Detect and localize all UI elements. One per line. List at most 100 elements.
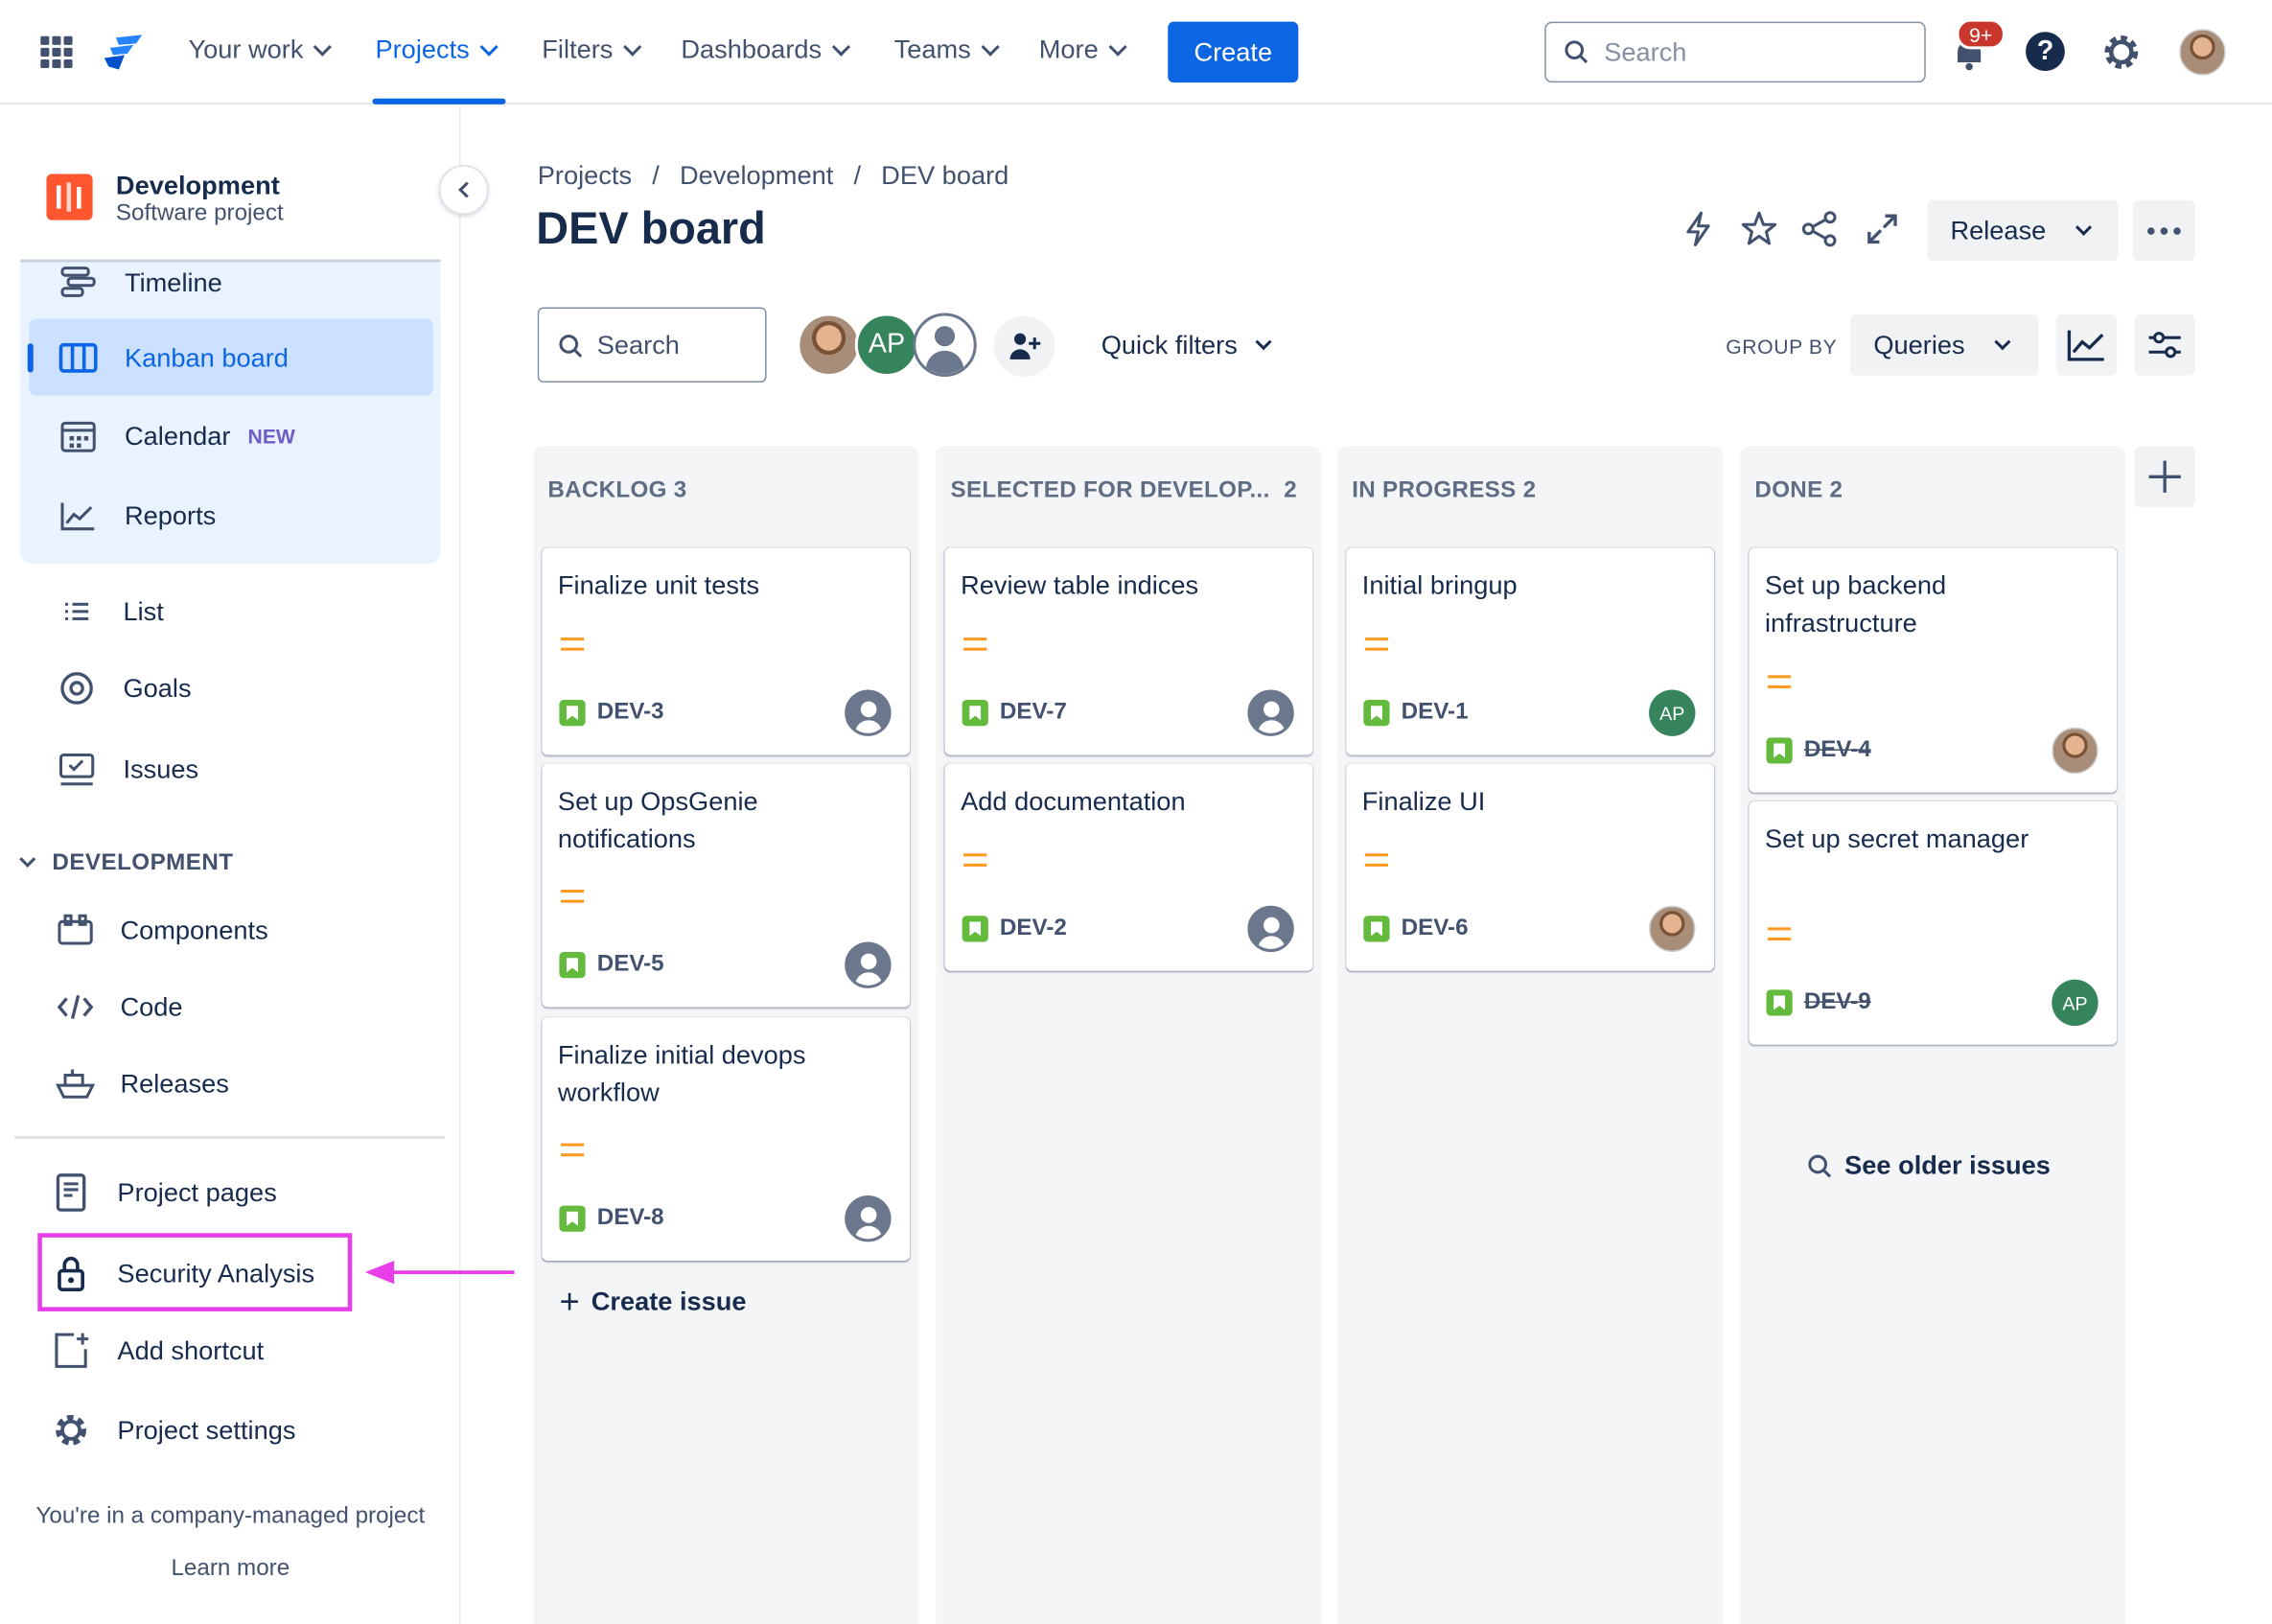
- add-column-button[interactable]: [2134, 446, 2195, 508]
- nav-filters[interactable]: Filters: [542, 35, 642, 65]
- annotation-arrow: [364, 1261, 515, 1285]
- issue-card[interactable]: Set up backend infrastructure DEV-4: [1749, 547, 2118, 793]
- issue-card[interactable]: Set up secret manager DEV-9 AP: [1749, 800, 2118, 1045]
- group-by-label: GROUP BY: [1726, 335, 1838, 359]
- board-column-in-progress: IN PROGRESS 2 Initial bringup DEV-1 AP F…: [1337, 446, 1724, 1624]
- assignee-avatar-ap[interactable]: AP: [2052, 979, 2098, 1027]
- issue-title: Add documentation: [961, 786, 1186, 816]
- issue-card[interactable]: Initial bringup DEV-1 AP: [1346, 547, 1715, 755]
- sidebar-item-reports[interactable]: Reports: [58, 496, 216, 536]
- issue-card[interactable]: Finalize unit tests DEV-3: [542, 547, 911, 755]
- star-icon[interactable]: [1740, 210, 1777, 247]
- sidebar-item-add-shortcut[interactable]: Add shortcut: [51, 1331, 264, 1371]
- sidebar-item-components[interactable]: Components: [55, 910, 268, 950]
- nav-dashboards[interactable]: Dashboards: [681, 35, 851, 65]
- add-people-button[interactable]: [993, 315, 1055, 377]
- page-title: DEV board: [536, 202, 766, 254]
- share-icon[interactable]: [1801, 210, 1839, 247]
- nav-more[interactable]: More: [1039, 35, 1127, 65]
- collapse-sidebar-button[interactable]: [438, 165, 489, 215]
- view-settings-button[interactable]: [2134, 313, 2195, 376]
- assignee-avatar-photo[interactable]: [2052, 727, 2098, 775]
- sidebar-item-list[interactable]: List: [57, 592, 164, 632]
- unassigned-avatar[interactable]: [845, 1195, 892, 1242]
- active-indicator: [27, 343, 34, 373]
- filter-avatar-user[interactable]: [797, 313, 861, 377]
- issue-key[interactable]: DEV-7: [962, 700, 1067, 727]
- section-chevron-icon[interactable]: [19, 850, 36, 868]
- sidebar-item-project-settings[interactable]: Project settings: [51, 1410, 296, 1450]
- issue-title: Set up secret manager: [1765, 824, 2029, 854]
- sidebar-item-project-pages[interactable]: Project pages: [51, 1172, 277, 1213]
- issue-card[interactable]: Review table indices DEV-7: [944, 547, 1313, 755]
- settings-gear-icon[interactable]: [2101, 32, 2142, 72]
- insights-button[interactable]: [2055, 313, 2118, 376]
- breadcrumb-development[interactable]: Development: [680, 161, 833, 192]
- issue-key[interactable]: DEV-8: [559, 1205, 664, 1232]
- create-button[interactable]: Create: [1168, 21, 1299, 83]
- lock-icon: [58, 1256, 84, 1292]
- fullscreen-expand-icon[interactable]: [1865, 212, 1899, 246]
- breadcrumb-projects[interactable]: Projects: [538, 161, 632, 192]
- sidebar-item-issues[interactable]: Issues: [57, 749, 198, 789]
- profile-avatar[interactable]: [2179, 29, 2226, 76]
- issue-title: Set up backend infrastructure: [1765, 570, 1947, 638]
- sidebar-item-releases[interactable]: Releases: [55, 1063, 229, 1103]
- nav-projects[interactable]: Projects: [375, 35, 498, 65]
- jira-logo-icon[interactable]: [102, 32, 145, 72]
- sidebar-item-code[interactable]: Code: [55, 986, 182, 1027]
- filter-avatar-unassigned[interactable]: [913, 313, 977, 377]
- unassigned-avatar[interactable]: [845, 689, 892, 736]
- help-icon[interactable]: ?: [2026, 32, 2065, 72]
- issue-key[interactable]: DEV-5: [559, 952, 664, 979]
- issue-card[interactable]: Add documentation DEV-2: [944, 763, 1313, 971]
- breadcrumb-dev-board[interactable]: DEV board: [881, 161, 1008, 192]
- automation-lightning-icon[interactable]: [1681, 210, 1715, 247]
- unassigned-avatar[interactable]: [1247, 689, 1294, 736]
- group-by-select[interactable]: Queries: [1850, 313, 2039, 376]
- issue-key[interactable]: DEV-6: [1363, 916, 1469, 942]
- issue-key[interactable]: DEV-9: [1766, 989, 1871, 1016]
- unassigned-avatar[interactable]: [1247, 905, 1294, 953]
- plus-icon: [2148, 460, 2181, 493]
- priority-medium-icon: [1364, 853, 1389, 867]
- issue-key[interactable]: DEV-4: [1766, 737, 1871, 764]
- unassigned-avatar[interactable]: [845, 941, 892, 988]
- sidebar-item-timeline[interactable]: Timeline: [58, 263, 222, 303]
- chevron-down-icon: [479, 36, 498, 56]
- chevron-down-icon: [313, 36, 333, 56]
- create-issue-button[interactable]: + Create issue: [559, 1284, 746, 1318]
- sidebar-item-calendar[interactable]: Calendar NEW: [58, 416, 295, 456]
- issue-key[interactable]: DEV-2: [962, 916, 1067, 942]
- new-badge: NEW: [247, 424, 295, 449]
- sidebar-item-security-analysis[interactable]: Security Analysis: [51, 1253, 314, 1293]
- story-icon: [962, 700, 988, 727]
- top-search-input[interactable]: Search: [1544, 21, 1926, 83]
- more-actions-button[interactable]: [2132, 199, 2195, 262]
- app-switcher-icon[interactable]: [40, 35, 73, 69]
- list-icon: [65, 602, 89, 620]
- board-search-input[interactable]: Search: [537, 307, 767, 383]
- story-icon: [1363, 700, 1390, 727]
- assignee-avatar-photo[interactable]: [1649, 905, 1696, 953]
- nav-teams[interactable]: Teams: [894, 35, 1000, 65]
- issue-card[interactable]: Finalize UI DEV-6: [1346, 763, 1715, 971]
- sidebar-item-kanban-board[interactable]: Kanban board: [58, 337, 289, 378]
- learn-more-link[interactable]: Learn more: [0, 1556, 461, 1582]
- filter-avatar-ap[interactable]: AP: [854, 313, 919, 377]
- issue-key[interactable]: DEV-1: [1363, 700, 1469, 727]
- issue-card[interactable]: Set up OpsGenie notifications DEV-5: [542, 763, 911, 1008]
- chevron-down-icon: [2075, 218, 2093, 236]
- search-icon: [1565, 40, 1588, 64]
- issue-card[interactable]: Finalize initial devops workflow DEV-8: [542, 1017, 911, 1262]
- sidebar-item-goals[interactable]: Goals: [57, 668, 192, 708]
- quick-filters-dropdown[interactable]: Quick filters: [1101, 331, 1272, 361]
- see-older-issues-button[interactable]: See older issues: [1807, 1150, 2051, 1181]
- release-button[interactable]: Release: [1927, 199, 2119, 262]
- issue-key[interactable]: DEV-3: [559, 700, 664, 727]
- add-shortcut-icon: [55, 1333, 89, 1368]
- issue-title: Finalize initial devops workflow: [557, 1040, 806, 1107]
- more-dots-icon: [2147, 226, 2181, 235]
- assignee-avatar-ap[interactable]: AP: [1649, 689, 1696, 736]
- nav-your-work[interactable]: Your work: [188, 35, 333, 65]
